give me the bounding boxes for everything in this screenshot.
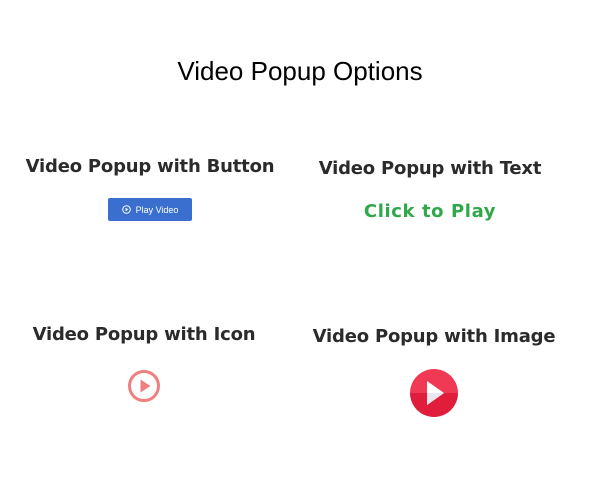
section-video-popup-button: Video Popup with Button Play Video	[10, 156, 290, 221]
play-image-link[interactable]	[409, 368, 459, 418]
section-heading: Video Popup with Button	[25, 156, 275, 177]
play-video-button[interactable]: Play Video	[108, 198, 192, 221]
section-heading: Video Popup with Icon	[32, 324, 256, 345]
page-title: Video Popup Options	[177, 56, 423, 86]
play-icon-link[interactable]	[127, 369, 161, 403]
play-circle-outline-icon	[128, 370, 160, 402]
play-circle-icon	[121, 205, 131, 214]
section-heading: Video Popup with Image	[312, 326, 556, 347]
play-circle-filled-icon	[410, 369, 458, 417]
play-video-button-label: Play Video	[135, 204, 179, 215]
click-to-play-link[interactable]: Click to Play	[364, 201, 496, 222]
section-heading: Video Popup with Text	[318, 158, 542, 179]
section-video-popup-image: Video Popup with Image	[294, 326, 574, 422]
section-video-popup-text: Video Popup with Text Click to Play	[290, 158, 570, 222]
section-video-popup-icon: Video Popup with Icon	[4, 324, 284, 407]
